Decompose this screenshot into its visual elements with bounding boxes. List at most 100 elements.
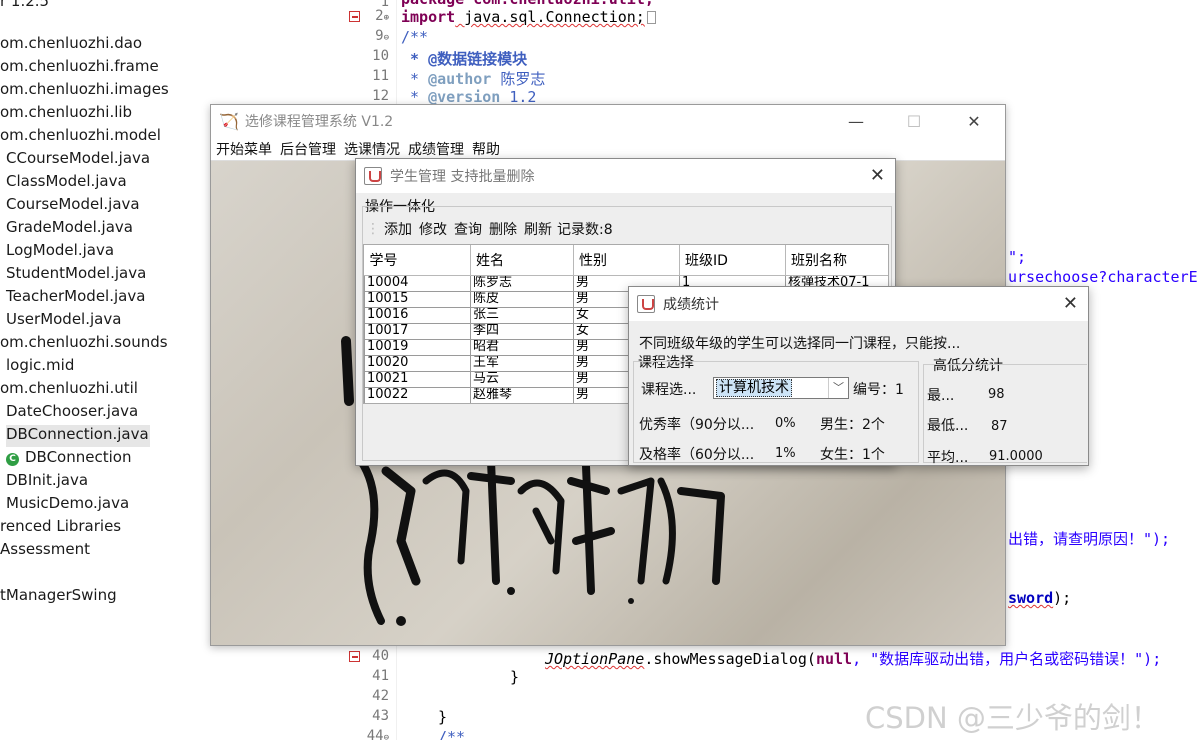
student-toolbar: ⋮ 添加 修改 查询 删除 刷新 记录数:8	[366, 219, 613, 239]
refresh-button[interactable]: 刷新	[524, 219, 552, 239]
explorer-item[interactable]: om.chenluozhi.dao	[0, 34, 142, 56]
table-cell: 10021	[364, 370, 471, 388]
close-button[interactable]: ✕	[951, 105, 997, 137]
course-select-value: 计算机技术	[716, 379, 792, 397]
app-logo-icon: 🏹	[219, 111, 239, 131]
explorer-item[interactable]: CCourseModel.java	[6, 149, 150, 171]
code-line-41: }	[510, 668, 520, 686]
explorer-item[interactable]: logic.mid	[6, 356, 74, 378]
code-line-2: import java.sql.Connection;	[401, 8, 656, 26]
explorer-item-label: TeacherModel.java	[6, 287, 146, 305]
explorer-item[interactable]: om.chenluozhi.util	[0, 379, 138, 401]
explorer-item-label: om.chenluozhi.dao	[0, 34, 143, 52]
code-line-11: * @author 陈罗志	[401, 70, 546, 88]
explorer-item-label: DateChooser.java	[6, 402, 139, 420]
explorer-item[interactable]: MusicDemo.java	[6, 494, 129, 516]
column-header[interactable]: 学号	[364, 245, 471, 276]
explorer-item[interactable]: C DBConnection	[6, 448, 131, 470]
grade-window-title-bar[interactable]: 成绩统计 ✕	[629, 287, 1088, 321]
line-number: 42	[372, 688, 389, 704]
line-number: 11	[372, 68, 389, 84]
explorer-item[interactable]: r 1.2.5	[0, 0, 49, 14]
explorer-item[interactable]: Assessment	[0, 540, 90, 562]
explorer-item[interactable]: UserModel.java	[6, 310, 121, 332]
column-header[interactable]: 班别名称	[785, 245, 888, 276]
code-fragment: ursechoose?characterEn	[1008, 268, 1197, 286]
query-button[interactable]: 查询	[454, 219, 482, 239]
close-button[interactable]: ✕	[1063, 293, 1078, 314]
record-count: 记录数:8	[557, 222, 613, 238]
main-title-bar[interactable]: 🏹 选修课程管理系统 V1.2 — ☐ ✕	[211, 105, 1005, 137]
explorer-item[interactable]: om.chenluozhi.model	[0, 126, 161, 148]
explorer-item[interactable]: StudentModel.java	[6, 264, 146, 286]
minimize-button[interactable]: —	[833, 105, 879, 137]
table-cell: 10022	[364, 386, 471, 403]
explorer-item-label: renced Libraries	[0, 517, 122, 535]
max-score-label: 最...	[927, 388, 955, 404]
explorer-item-label: LogModel.java	[6, 241, 115, 259]
explorer-item[interactable]: renced Libraries	[0, 517, 121, 539]
menu-admin[interactable]: 后台管理	[280, 139, 336, 159]
table-cell: 昭君	[470, 338, 574, 356]
line-number: 43	[372, 708, 389, 724]
explorer-item[interactable]: DateChooser.java	[6, 402, 138, 424]
table-cell: 陈罗志	[470, 274, 574, 292]
explorer-item-label: om.chenluozhi.util	[0, 379, 138, 397]
course-select-label: 课程选...	[641, 382, 697, 398]
add-button[interactable]: 添加	[384, 219, 412, 239]
maximize-button[interactable]: ☐	[891, 105, 937, 137]
explorer-item[interactable]: CourseModel.java	[6, 195, 140, 217]
explorer-item[interactable]: GradeModel.java	[6, 218, 133, 240]
explorer-item[interactable]: om.chenluozhi.sounds	[0, 333, 168, 355]
explorer-item[interactable]: tManagerSwing	[0, 586, 117, 608]
code-line-10: * @数据链接模块	[401, 50, 528, 68]
course-select-dropdown[interactable]: 计算机技术 ﹀	[713, 377, 849, 399]
avg-score-value: 91.0000	[989, 449, 1043, 464]
explorer-item-label: DBInit.java	[6, 471, 89, 489]
chevron-down-icon[interactable]: ﹀	[828, 378, 848, 398]
table-cell: 王军	[470, 354, 574, 372]
column-header[interactable]: 班级ID	[679, 245, 786, 276]
table-cell: 10019	[364, 338, 471, 356]
menu-course-selection[interactable]: 选课情况	[344, 139, 400, 159]
explorer-item[interactable]: DBInit.java	[6, 471, 88, 493]
student-window-title-bar[interactable]: 学生管理 支持批量删除 ✕	[356, 159, 895, 193]
table-cell: 10004	[364, 274, 471, 292]
explorer-item[interactable]: DBConnection.java	[6, 425, 150, 447]
line-number: 41	[372, 668, 389, 684]
explorer-item[interactable]: om.chenluozhi.lib	[0, 103, 132, 125]
excellent-rate-label: 优秀率（90分以...	[639, 417, 755, 433]
explorer-item[interactable]: om.chenluozhi.frame	[0, 57, 159, 79]
grade-window-title: 成绩统计	[663, 297, 719, 313]
table-cell: 10017	[364, 322, 471, 340]
explorer-item[interactable]: om.chenluozhi.images	[0, 80, 169, 102]
menu-help[interactable]: 帮助	[472, 139, 500, 159]
max-score-value: 98	[988, 387, 1005, 402]
column-header[interactable]: 姓名	[470, 245, 574, 276]
line-number: 12	[372, 88, 389, 104]
line-number: 40	[372, 648, 389, 664]
min-score-label: 最低...	[927, 418, 969, 434]
grade-statistics-window[interactable]: 成绩统计 ✕ 不同班级年级的学生可以选择同一门课程，只能按... 课程选择 课程…	[628, 286, 1089, 466]
menu-start[interactable]: 开始菜单	[216, 139, 272, 159]
min-score-value: 87	[991, 419, 1008, 434]
edit-button[interactable]: 修改	[419, 219, 447, 239]
line-number: 9⊖	[375, 28, 389, 44]
table-cell: 赵雅琴	[470, 386, 574, 403]
explorer-item[interactable]: LogModel.java	[6, 241, 114, 263]
explorer-item-label: om.chenluozhi.model	[0, 126, 161, 144]
code-line-43: }	[438, 708, 448, 726]
explorer-item-label: GradeModel.java	[6, 218, 133, 236]
explorer-item-label: ClassModel.java	[6, 172, 127, 190]
code-fragment: sword);	[1008, 589, 1072, 607]
explorer-item[interactable]: ClassModel.java	[6, 172, 127, 194]
column-header[interactable]: 性别	[573, 245, 680, 276]
explorer-item[interactable]: TeacherModel.java	[6, 287, 145, 309]
table-cell: 10015	[364, 290, 471, 308]
table-header-row: 学号 姓名 性别 班级ID 班别名称	[364, 245, 888, 276]
code-fragment: ";	[1008, 248, 1027, 266]
delete-button[interactable]: 删除	[489, 219, 517, 239]
close-button[interactable]: ✕	[870, 165, 885, 186]
table-cell: 李四	[470, 322, 574, 340]
menu-grades[interactable]: 成绩管理	[408, 139, 464, 159]
